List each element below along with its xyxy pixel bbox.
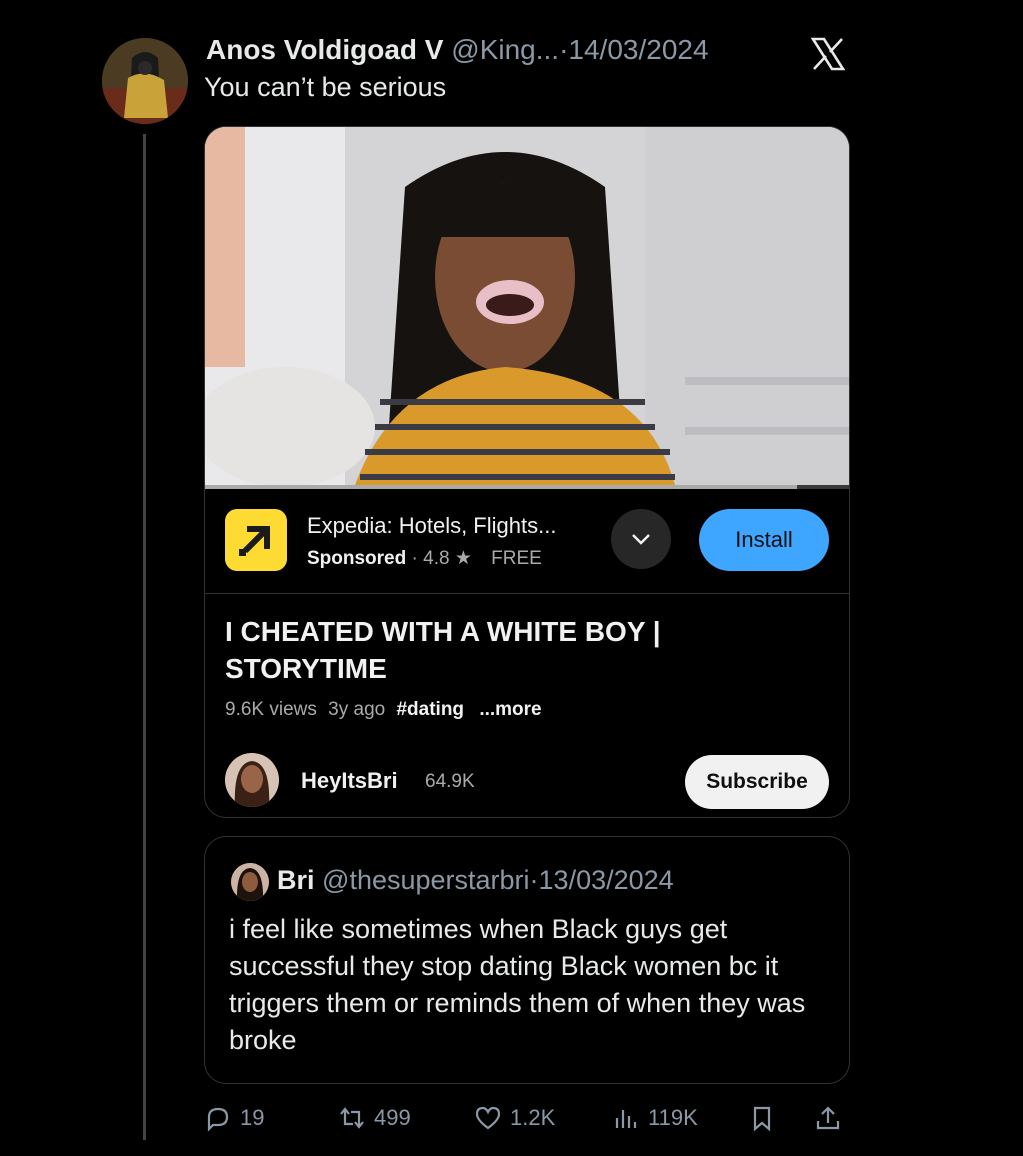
video-thumbnail[interactable] [205, 127, 849, 485]
video-views: 9.6K views [225, 699, 317, 720]
ad-rating: 4.8 [423, 548, 450, 569]
expedia-app-icon[interactable] [225, 509, 287, 571]
tweet-text: You can’t be serious [204, 72, 447, 102]
ad-price: FREE [491, 548, 542, 569]
bookmark-button[interactable] [748, 1098, 776, 1138]
quoted-author-handle[interactable]: @thesuperstarbri [322, 865, 530, 895]
author-avatar[interactable] [102, 38, 188, 124]
bookmark-icon [753, 1106, 771, 1132]
star-icon: ★ [449, 548, 472, 569]
ad-meta: Sponsored · 4.8 ★ FREE [307, 547, 542, 570]
ad-app-name[interactable]: Expedia: Hotels, Flights... [307, 513, 556, 539]
like-button[interactable]: 1.2K [474, 1098, 555, 1138]
reply-button[interactable]: 19 [204, 1098, 264, 1138]
tweet-action-bar: 19 499 1.2K 119K [204, 1098, 848, 1138]
header-separator: · [559, 34, 569, 65]
video-age: 3y ago [328, 699, 386, 720]
views-chart-icon [615, 1110, 637, 1128]
quoted-tweet-date[interactable]: 13/03/2024 [539, 865, 674, 895]
share-icon [816, 1106, 840, 1130]
author-handle[interactable]: @King... [451, 34, 559, 65]
video-meta: 9.6K views 3y ago #dating ...more [225, 699, 542, 721]
install-button[interactable]: Install [699, 509, 829, 571]
video-hashtag[interactable]: #dating [396, 699, 464, 720]
quoted-author-avatar[interactable] [231, 863, 269, 901]
channel-subscribers: 64.9K [425, 771, 475, 792]
quoted-author-name[interactable]: Bri [277, 865, 315, 895]
ad-expand-button[interactable] [611, 509, 671, 569]
video-title[interactable]: I CHEATED WITH A WHITE BOY | STORYTIME [225, 613, 825, 687]
channel-name[interactable]: HeyItsBri [301, 768, 398, 794]
retweet-count: 499 [374, 1105, 411, 1130]
views-count: 119K [648, 1105, 698, 1130]
like-count: 1.2K [510, 1105, 556, 1130]
quoted-tweet[interactable]: Bri @thesuperstarbri·13/03/2024 i feel l… [204, 836, 850, 1084]
quoted-tweet-header: Bri @thesuperstarbri·13/03/2024 [277, 865, 674, 896]
video-more-link[interactable]: ...more [479, 699, 541, 720]
sponsored-ad-row[interactable]: Expedia: Hotels, Flights... Sponsored · … [205, 489, 849, 594]
share-button[interactable] [814, 1098, 842, 1138]
x-logo-icon [810, 37, 846, 71]
sponsored-label: Sponsored [307, 548, 407, 569]
thread-line [143, 134, 146, 1140]
reply-count: 19 [240, 1105, 265, 1130]
ad-meta-dot: · [411, 548, 418, 569]
retweet-icon [340, 1107, 364, 1129]
tweet-date[interactable]: 14/03/2024 [568, 34, 708, 65]
quoted-separator: · [529, 865, 539, 895]
channel-avatar[interactable] [225, 753, 279, 807]
heart-icon [475, 1106, 501, 1130]
quoted-tweet-text: i feel like sometimes when Black guys ge… [229, 914, 806, 1055]
chevron-down-icon [632, 534, 650, 545]
reply-icon [207, 1107, 229, 1132]
youtube-video-card[interactable]: Expedia: Hotels, Flights... Sponsored · … [204, 126, 850, 818]
tweet-header: Anos Voldigoad V @King...·14/03/2024 [206, 34, 709, 66]
author-name[interactable]: Anos Voldigoad V [206, 34, 443, 65]
views-button[interactable]: 119K [612, 1098, 698, 1138]
subscribe-button[interactable]: Subscribe [685, 755, 829, 809]
retweet-button[interactable]: 499 [338, 1098, 411, 1138]
